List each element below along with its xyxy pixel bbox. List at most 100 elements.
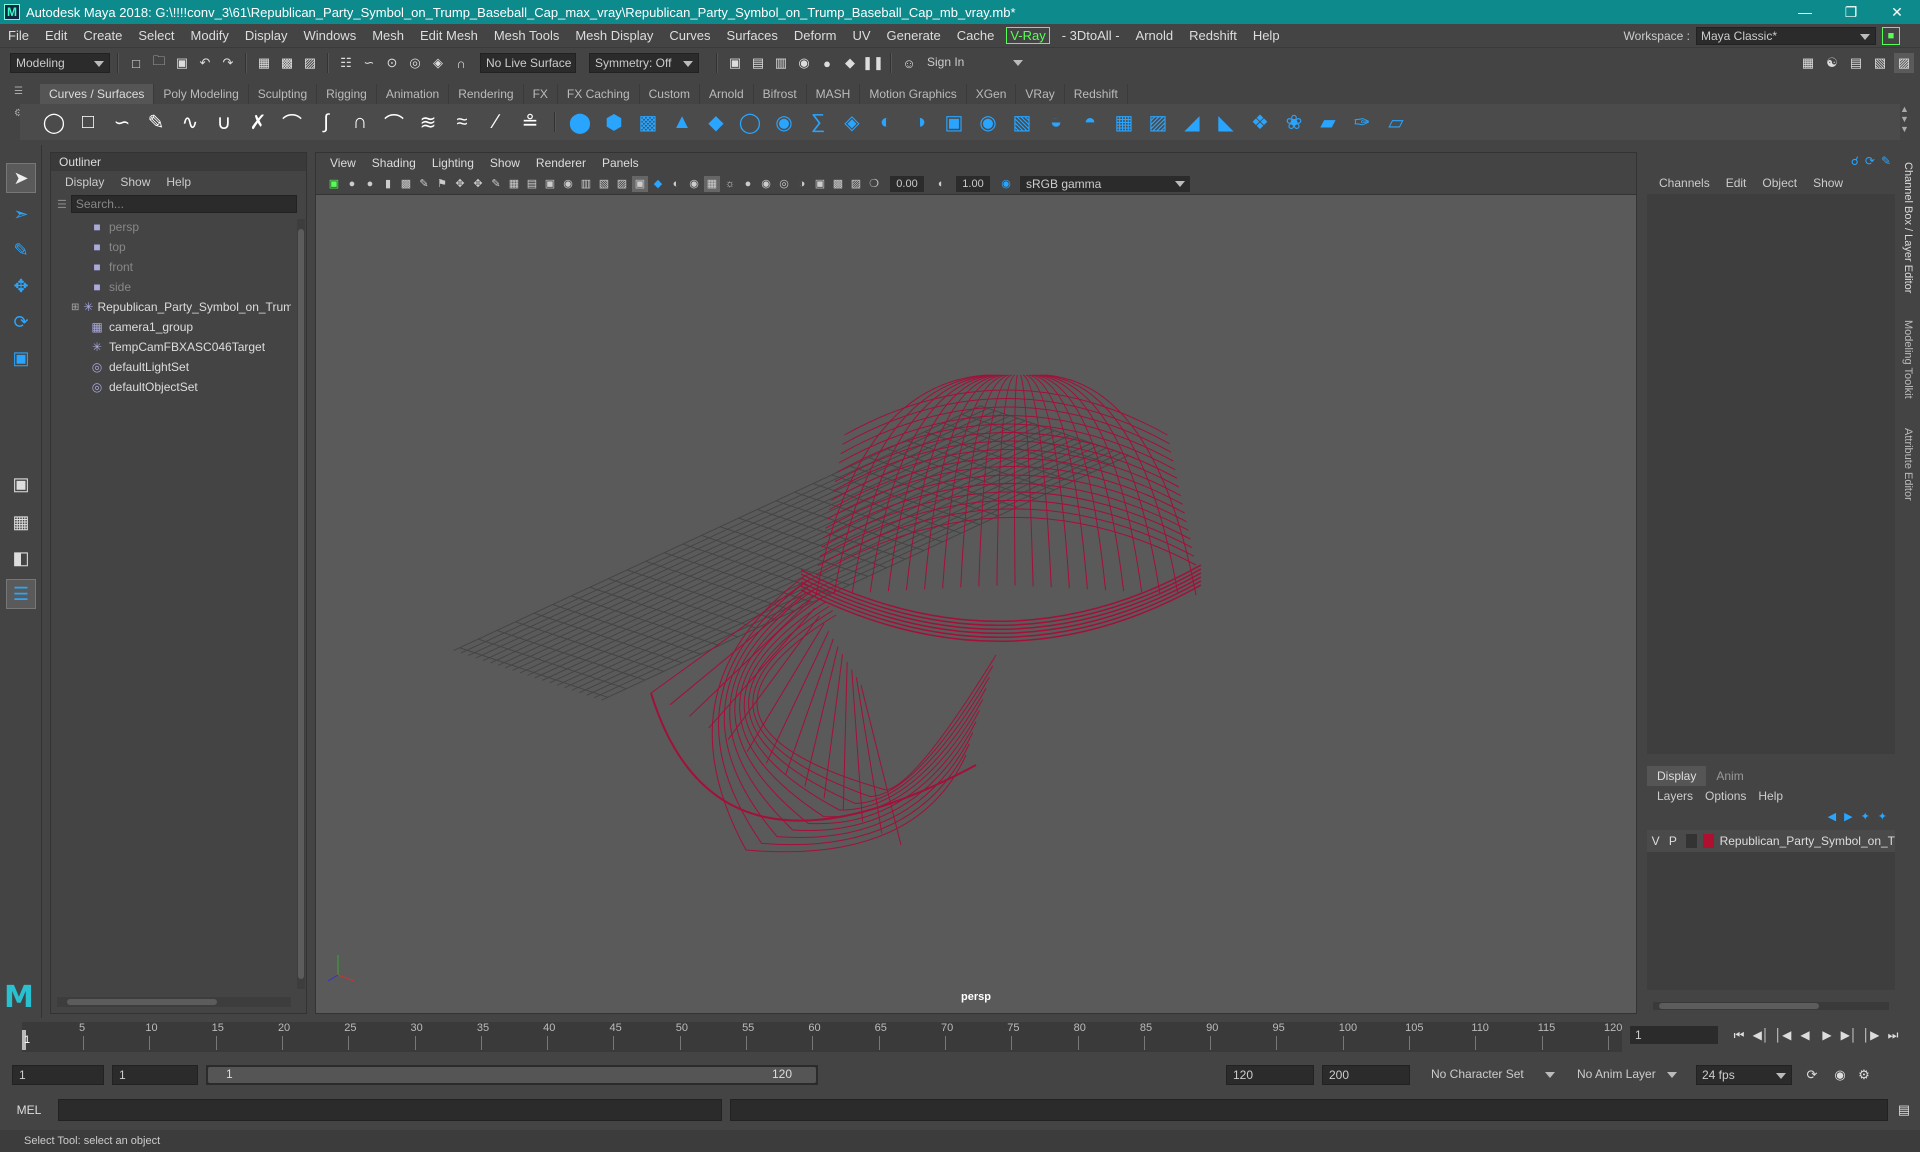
nurbs-plane-icon[interactable]: ◆ xyxy=(702,108,730,136)
animation-end-field[interactable]: 200 xyxy=(1322,1065,1410,1085)
playback-start-field[interactable]: 1 xyxy=(112,1065,198,1085)
stitch-icon[interactable]: ❀ xyxy=(1280,108,1308,136)
color-management-icon[interactable]: ◉ xyxy=(998,176,1014,192)
layer-row[interactable]: V P Republican_Party_Symbol_on_T xyxy=(1647,830,1895,852)
outliner-item[interactable]: ⊞ ✳ Republican_Party_Symbol_on_Trump_ xyxy=(51,297,291,317)
pencil-curve-icon[interactable]: ✎ xyxy=(142,108,170,136)
untrim-icon[interactable]: ▨ xyxy=(1144,108,1172,136)
lasso-tool-icon[interactable]: ➣ xyxy=(6,199,36,229)
screen-space-ao-icon[interactable]: ● xyxy=(740,176,756,192)
rebuild-curve-icon[interactable]: ≗ xyxy=(516,108,544,136)
layer-playback-toggle[interactable]: P xyxy=(1664,834,1681,848)
modeling-toolkit-icon[interactable]: ▦ xyxy=(1798,53,1818,73)
image-plane-icon[interactable]: ▮ xyxy=(380,176,396,192)
extrude-icon[interactable]: ◐ xyxy=(872,108,900,136)
menu-mesh-tools[interactable]: Mesh Tools xyxy=(486,28,568,43)
maximize-icon[interactable]: ❐ xyxy=(1828,0,1874,24)
snap-curve-icon[interactable]: ∽ xyxy=(359,53,379,73)
film-gate-icon[interactable]: ▤ xyxy=(524,176,540,192)
undo-icon[interactable]: ↶ xyxy=(195,53,215,73)
gate-mask-icon[interactable]: ◉ xyxy=(560,176,576,192)
auto-key-icon[interactable]: ◉ xyxy=(1830,1065,1850,1085)
outliner-search-input[interactable]: Search... xyxy=(70,195,297,213)
safe-title-icon[interactable]: ▨ xyxy=(614,176,630,192)
lock-icon[interactable]: ■ xyxy=(1882,27,1900,45)
viewport-menu-renderer[interactable]: Renderer xyxy=(528,156,594,170)
outliner-item[interactable]: ■ top xyxy=(51,237,291,257)
expand-icon[interactable]: ⊞ xyxy=(71,302,79,313)
gamma-icon[interactable]: ◖ xyxy=(932,176,948,192)
pencil-icon[interactable]: ✎ xyxy=(488,176,504,192)
layer-name[interactable]: Republican_Party_Symbol_on_T xyxy=(1720,834,1895,848)
move-layer-up-icon[interactable]: ◀ xyxy=(1828,810,1836,823)
select-camera-icon[interactable]: ▣ xyxy=(326,176,342,192)
outliner-item[interactable]: ■ persp xyxy=(51,217,291,237)
command-language-label[interactable]: MEL xyxy=(0,1103,58,1117)
menu-display[interactable]: Display xyxy=(237,28,296,43)
boundary-icon[interactable]: ◉ xyxy=(974,108,1002,136)
square-surface-icon[interactable]: ▧ xyxy=(1008,108,1036,136)
bezier-curve-icon[interactable]: ∪ xyxy=(210,108,238,136)
outliner-item[interactable]: ■ side xyxy=(51,277,291,297)
scroll-thumb[interactable] xyxy=(1659,1003,1819,1009)
planar-icon[interactable]: ◈ xyxy=(838,108,866,136)
attach-surface-icon[interactable]: ◢ xyxy=(1178,108,1206,136)
redo-icon[interactable]: ↷ xyxy=(218,53,238,73)
trim-tool-icon[interactable]: ▦ xyxy=(1110,108,1138,136)
scroll-thumb[interactable] xyxy=(298,229,304,979)
new-layer-icon[interactable]: ✦ xyxy=(1861,810,1870,823)
exposure-field[interactable]: 0.00 xyxy=(890,175,924,192)
nurbs-cube-icon[interactable]: ⬢ xyxy=(600,108,628,136)
edit-icon[interactable]: ✎ xyxy=(1881,154,1891,168)
xray-joints-icon[interactable]: ▨ xyxy=(848,176,864,192)
layer-tab-anim[interactable]: Anim xyxy=(1706,766,1753,786)
menu-curves[interactable]: Curves xyxy=(661,28,718,43)
select-component-icon[interactable]: ▨ xyxy=(300,53,320,73)
layer-menu-options[interactable]: Options xyxy=(1699,789,1752,803)
menu-windows[interactable]: Windows xyxy=(295,28,364,43)
step-back-key-icon[interactable]: ◀│ xyxy=(1752,1026,1770,1044)
channels-menu-show[interactable]: Show xyxy=(1805,176,1851,190)
shelf-tab-mash[interactable]: MASH xyxy=(807,84,861,104)
side-tab-attribute-editor[interactable]: Attribute Editor xyxy=(1902,428,1914,501)
select-object-icon[interactable]: ▩ xyxy=(277,53,297,73)
sign-in-dropdown[interactable]: Sign In xyxy=(922,53,1028,73)
symmetry-dropdown[interactable]: Symmetry: Off xyxy=(589,53,699,73)
wireframe-on-shaded-icon[interactable]: ◐ xyxy=(668,176,684,192)
move-layer-down-icon[interactable]: ▶ xyxy=(1844,810,1852,823)
four-view-layout-icon[interactable]: ▦ xyxy=(6,507,36,537)
workspace-dropdown[interactable]: Maya Classic* xyxy=(1696,27,1876,45)
open-close-icon[interactable]: ❖ xyxy=(1246,108,1274,136)
snap-magnet-icon[interactable]: ∩ xyxy=(451,53,471,73)
viewport-scene[interactable] xyxy=(316,195,1636,1013)
safe-action-icon[interactable]: ▧ xyxy=(596,176,612,192)
bookmark-icon[interactable]: ● xyxy=(362,176,378,192)
anim-layer-dropdown[interactable]: No Anim Layer xyxy=(1572,1065,1682,1085)
cv-curve-icon[interactable]: ∿ xyxy=(176,108,204,136)
revolve-icon[interactable]: ◉ xyxy=(770,108,798,136)
range-slider[interactable]: 1 120 xyxy=(206,1065,818,1085)
menu-redshift[interactable]: Redshift xyxy=(1181,28,1245,43)
menu-select[interactable]: Select xyxy=(130,28,182,43)
detach-curve-icon[interactable]: ≈ xyxy=(448,108,476,136)
character-controls-icon[interactable]: ☯ xyxy=(1822,53,1842,73)
shelf-tab-rendering[interactable]: Rendering xyxy=(449,84,524,104)
viewport-menu-shading[interactable]: Shading xyxy=(364,156,424,170)
nurbs-cylinder-icon[interactable]: ▩ xyxy=(634,108,662,136)
snap-grid-icon[interactable]: ☷ xyxy=(336,53,356,73)
attribute-editor-icon[interactable]: ▤ xyxy=(1846,53,1866,73)
layer-menu-help[interactable]: Help xyxy=(1752,789,1789,803)
menu-arnold[interactable]: Arnold xyxy=(1128,28,1182,43)
layer-type-toggle[interactable] xyxy=(1685,834,1697,848)
layer-color-swatch[interactable] xyxy=(1702,834,1714,848)
sync-icon[interactable]: ⟳ xyxy=(1865,154,1875,168)
persp-outliner-layout-icon[interactable]: ◧ xyxy=(6,543,36,573)
exposure-icon[interactable]: ❍ xyxy=(866,176,882,192)
outliner-layout-icon[interactable]: ☰ xyxy=(6,579,36,609)
bevel-plus-icon[interactable]: ▣ xyxy=(940,108,968,136)
close-icon[interactable]: ✕ xyxy=(1874,0,1920,24)
gamma-field[interactable]: 1.00 xyxy=(956,175,990,192)
nurbs-torus-icon[interactable]: ◯ xyxy=(736,108,764,136)
channels-menu-object[interactable]: Object xyxy=(1754,176,1805,190)
outliner-menu-show[interactable]: Show xyxy=(112,175,158,189)
